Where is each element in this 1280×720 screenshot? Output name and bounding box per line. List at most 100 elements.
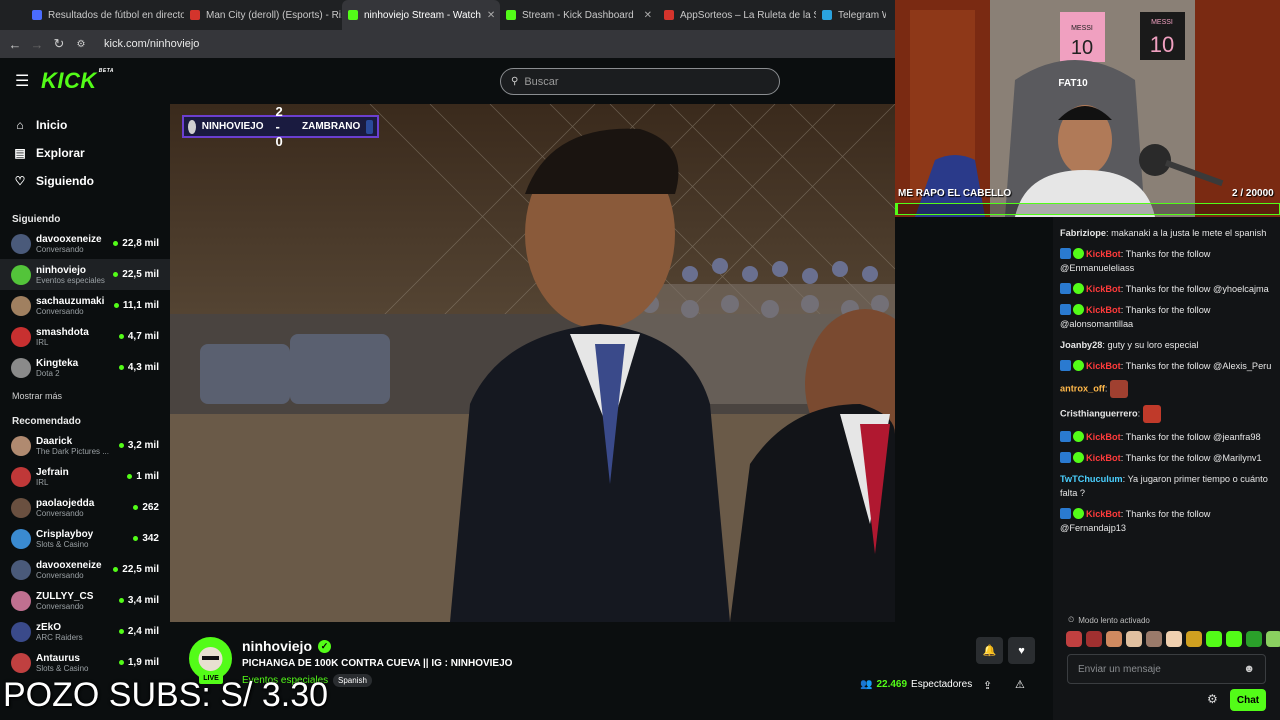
close-tab-icon[interactable]: ✕ — [638, 10, 652, 21]
chat-input[interactable]: Enviar un mensaje ☻ — [1067, 654, 1266, 684]
live-dot-icon — [127, 474, 133, 479]
quick-emote-icon[interactable] — [1226, 631, 1242, 647]
chat-message: KickBot: Thanks for the follow @Enmanuel… — [1060, 248, 1211, 273]
chat-username[interactable]: KickBot — [1086, 432, 1121, 442]
slow-mode-icon: ⏲ — [1068, 615, 1075, 624]
verified-badge-icon — [1073, 360, 1084, 371]
browser-tab[interactable]: AppSorteos – La Ruleta de la S...✕ — [658, 0, 816, 30]
nav-item-siguiendo[interactable]: ♡ Siguiendo — [0, 167, 170, 195]
chat-message: Fabriziope: makanaki a la justa le mete … — [1060, 228, 1267, 238]
chat-username[interactable]: KickBot — [1086, 305, 1121, 315]
quick-emote-icon[interactable] — [1246, 631, 1262, 647]
browser-tab[interactable]: Stream - Kick Dashboard ✕ — [500, 0, 658, 30]
channel-category: IRL — [36, 477, 49, 487]
close-tab-icon[interactable]: ✕ — [481, 10, 495, 21]
channel-name: davooxeneize — [36, 233, 102, 245]
stream-title: PICHANGA DE 100K CONTRA CUEVA || IG : NI… — [242, 658, 513, 669]
search-input[interactable]: ⚲ Buscar — [500, 68, 780, 95]
address-bar: ← → ↻ ⚙ kick.com/ninhoviejo — [0, 30, 895, 58]
sidebar-channel[interactable]: sachauzumaki Conversando 11,1 mil — [0, 290, 170, 321]
follow-heart-icon[interactable]: ♥ — [1008, 637, 1035, 664]
live-dot-icon — [118, 365, 124, 370]
sidebar-channel[interactable]: Jefrain IRL 1 mil — [0, 461, 170, 492]
live-dot-icon — [118, 334, 124, 339]
show-more-link[interactable]: Mostrar más — [0, 383, 170, 409]
channel-avatar — [11, 264, 31, 285]
reload-icon[interactable]: ↻ — [48, 36, 70, 52]
quick-emote-icon[interactable] — [1266, 631, 1280, 647]
chat-username[interactable]: KickBot — [1086, 284, 1121, 294]
tab-favicon-icon — [664, 10, 674, 20]
channel-name: Antaurus — [36, 652, 80, 664]
chat-settings-icon[interactable]: ⚙ — [1207, 692, 1218, 706]
notification-bell-icon[interactable]: 🔔 — [976, 637, 1003, 664]
quick-emote-icon[interactable] — [1166, 631, 1182, 647]
chat-username[interactable]: antrox_off — [1060, 383, 1105, 393]
sidebar-channel[interactable]: smashdota IRL 4,7 mil — [0, 321, 170, 352]
browser-tab[interactable]: Man City (deroll) (Esports) - Ri...✕ — [184, 0, 342, 30]
channel-avatar — [11, 497, 31, 518]
tab-favicon-icon — [190, 10, 200, 20]
chat-username[interactable]: Joanby28 — [1060, 340, 1102, 350]
quick-emote-icon[interactable] — [1106, 631, 1122, 647]
chat-username[interactable]: Fabriziope — [1060, 228, 1106, 238]
kick-logo[interactable]: KICK BETA — [41, 68, 114, 94]
verified-badge-icon — [1073, 452, 1084, 463]
forward-icon[interactable]: → — [26, 37, 48, 52]
chat-username[interactable]: KickBot — [1086, 361, 1121, 371]
chat-username[interactable]: KickBot — [1086, 249, 1121, 259]
following-heading: Siguiendo — [12, 213, 61, 225]
chat-username[interactable]: TwTChuculum — [1060, 474, 1123, 484]
sidebar-channel[interactable]: Kingteka Dota 2 4,3 mil — [0, 352, 170, 383]
channel-name: Jefrain — [36, 466, 69, 478]
quick-emote-icon[interactable] — [1066, 631, 1082, 647]
video-player[interactable] — [170, 104, 895, 622]
channel-viewers: 4,3 mil — [118, 362, 159, 373]
channel-viewers: 4,7 mil — [118, 331, 159, 342]
sidebar-channel[interactable]: Crisplayboy Slots & Casino 342 — [0, 523, 170, 554]
live-dot-icon — [133, 536, 139, 541]
sidebar-channel[interactable]: davooxeneize Conversando 22,5 mil — [0, 554, 170, 585]
quick-emote-icon[interactable] — [1086, 631, 1102, 647]
chat-message: KickBot: Thanks for the follow @jeanfra9… — [1060, 430, 1275, 444]
url-text[interactable]: kick.com/ninhoviejo — [104, 38, 199, 50]
verified-icon: ✓ — [318, 639, 331, 653]
menu-icon[interactable]: ☰ — [15, 71, 29, 91]
browser-tab[interactable]: Resultados de fútbol en directo✕ — [26, 0, 184, 30]
browser-tab[interactable]: Telegram Web — [816, 0, 886, 30]
streamer-name[interactable]: ninhoviejo ✓ — [242, 638, 331, 654]
sidebar-channel[interactable]: Daarick The Dark Pictures ... 3,2 mil — [0, 430, 170, 461]
channel-category: Slots & Casino — [36, 539, 89, 549]
chat-send-button[interactable]: Chat — [1230, 689, 1266, 711]
channel-name: zEkO — [36, 621, 62, 633]
score: 2 - 0 — [275, 104, 283, 149]
browser-tab[interactable]: ninhoviejo Stream - Watch ✕ — [342, 0, 500, 30]
site-info-icon[interactable]: ⚙ — [70, 39, 92, 50]
bot-badge-icon — [1060, 431, 1071, 442]
emoji-icon[interactable]: ☻ — [1243, 663, 1255, 675]
verified-badge-icon — [1073, 304, 1084, 315]
share-icon[interactable]: ⇪ — [983, 679, 992, 692]
report-icon[interactable]: ⚠ — [1015, 678, 1025, 691]
home-team-icon — [188, 119, 196, 134]
chat-username[interactable]: Cristhianguerrero — [1060, 408, 1138, 418]
sidebar-channel[interactable]: ZULLYY_CS Conversando 3,4 mil — [0, 585, 170, 616]
sidebar-channel[interactable]: paolaojedda Conversando 262 — [0, 492, 170, 523]
quick-emote-icon[interactable] — [1206, 631, 1222, 647]
quick-emote-icon[interactable] — [1146, 631, 1162, 647]
chat-emote-icon — [1110, 380, 1129, 398]
nav-item-explorar[interactable]: ▤ Explorar — [0, 139, 170, 167]
goal-label: ME RAPO EL CABELLO — [898, 188, 1012, 199]
sidebar-channel[interactable]: davooxeneize Conversando 22,8 mil — [0, 228, 170, 259]
back-icon[interactable]: ← — [4, 37, 26, 52]
quick-emote-icon[interactable] — [1126, 631, 1142, 647]
sidebar-channel[interactable]: ninhoviejo Eventos especiales 22,5 mil — [0, 259, 170, 290]
chat-username[interactable]: KickBot — [1086, 453, 1121, 463]
nav-item-inicio[interactable]: ⌂ Inicio — [0, 111, 170, 139]
chat-username[interactable]: KickBot — [1086, 509, 1121, 519]
live-dot-icon — [133, 505, 139, 510]
quick-emote-icon[interactable] — [1186, 631, 1202, 647]
language-tag[interactable]: Spanish — [333, 674, 372, 687]
sidebar-channel[interactable]: zEkO ARC Raiders 2,4 mil — [0, 616, 170, 647]
sidebar-channel[interactable]: Antaurus Slots & Casino 1,9 mil — [0, 647, 170, 678]
